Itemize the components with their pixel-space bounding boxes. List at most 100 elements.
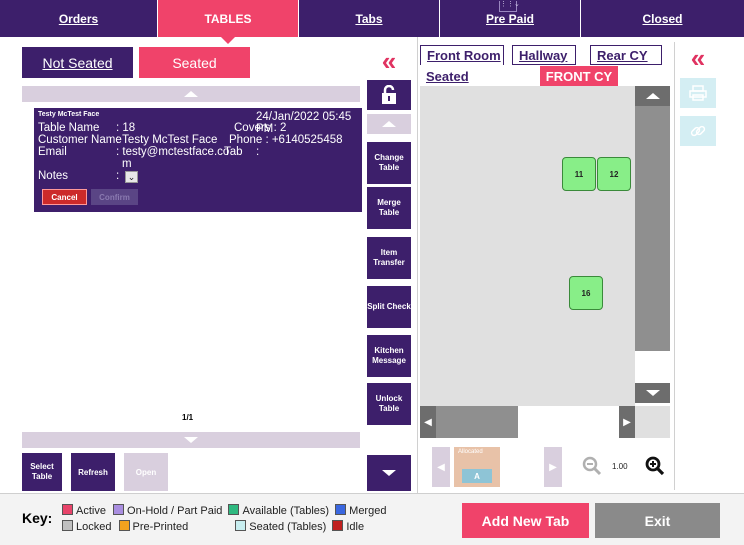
legend-swatch-active bbox=[62, 504, 73, 515]
top-navigation: Orders TABLES Tabs Pre Paid Closed bbox=[0, 0, 744, 44]
actions-scroll-up[interactable] bbox=[367, 114, 411, 134]
arrow-left-icon: ◀ bbox=[437, 461, 445, 473]
select-table-button[interactable]: Select Table bbox=[22, 453, 62, 491]
change-table-button[interactable]: Change Table bbox=[367, 142, 411, 184]
legend-swatch-locked bbox=[62, 520, 73, 531]
link-button[interactable] bbox=[680, 116, 716, 146]
legend-label-locked: Locked bbox=[76, 521, 112, 533]
table-12[interactable]: 12 bbox=[597, 157, 631, 191]
legend-row-2: Locked Pre-Printed Seated (Tables) Idle bbox=[62, 519, 386, 535]
page-indicator: 1/1 bbox=[182, 413, 194, 422]
zoom-level: 1.00 bbox=[612, 462, 628, 471]
tab-orders[interactable]: Orders bbox=[0, 0, 158, 37]
arrow-down-icon bbox=[382, 470, 396, 476]
arrow-right-icon: ▶ bbox=[549, 461, 557, 473]
merge-table-button[interactable]: Merge Table bbox=[367, 187, 411, 229]
floor-hscroll[interactable]: ◀ ▶ bbox=[420, 406, 635, 438]
floor-hscroll-thumb[interactable] bbox=[436, 406, 518, 438]
key-title: Key: bbox=[22, 510, 53, 526]
room-tab-hallway[interactable]: Hallway bbox=[512, 45, 576, 65]
allocated-label: Allocated bbox=[458, 449, 483, 455]
zoom-out-icon bbox=[582, 456, 602, 476]
arrow-right-icon: ▶ bbox=[623, 416, 631, 428]
room-tab-seated[interactable]: Seated bbox=[420, 66, 488, 86]
floor-vscroll-thumb[interactable] bbox=[635, 106, 670, 351]
link-icon bbox=[690, 125, 706, 137]
tab-label: Tab bbox=[224, 146, 243, 158]
unlock-icon bbox=[382, 85, 396, 104]
floor-scroll-left[interactable]: ◀ bbox=[420, 406, 436, 438]
unlock-table-button[interactable]: Unlock Table bbox=[367, 383, 411, 425]
chevron-down-icon: ⌄ bbox=[127, 172, 136, 182]
room-tab-front-cy[interactable]: FRONT CY bbox=[540, 66, 618, 86]
allocated-next-button[interactable]: ▶ bbox=[544, 447, 562, 487]
add-new-tab-button[interactable]: Add New Tab bbox=[462, 503, 589, 538]
legend-label-on-hold: On-Hold / Part Paid bbox=[127, 505, 223, 517]
email-value: : testy@mctestface.co bbox=[116, 146, 230, 158]
tab-closed[interactable]: Closed bbox=[581, 0, 744, 37]
not-seated-button[interactable]: Not Seated bbox=[22, 47, 133, 78]
tab-value: : bbox=[256, 146, 260, 158]
allocated-card[interactable]: Allocated A bbox=[454, 447, 500, 487]
collapse-right-icon[interactable]: « bbox=[680, 45, 716, 75]
email-label: Email bbox=[38, 146, 67, 158]
room-tab-rear-cy[interactable]: Rear CY bbox=[590, 45, 662, 65]
seated-button[interactable]: Seated bbox=[139, 47, 250, 78]
table-name-value: : 18 bbox=[116, 122, 136, 134]
covers-label: Covers : 2 bbox=[234, 122, 287, 134]
split-check-button[interactable]: Split Check bbox=[367, 286, 411, 328]
zoom-out-button[interactable] bbox=[582, 456, 602, 481]
table-11[interactable]: 11 bbox=[562, 157, 596, 191]
floor-scroll-down[interactable] bbox=[635, 383, 670, 403]
collapse-handle-icon[interactable]: ⋮⋮⌄ bbox=[499, 1, 520, 12]
legend-label-pre-printed: Pre-Printed bbox=[132, 521, 189, 533]
refresh-button[interactable]: Refresh bbox=[71, 453, 115, 491]
allocated-prev-button[interactable]: ◀ bbox=[432, 447, 450, 487]
zoom-in-icon bbox=[645, 456, 665, 476]
unlock-button[interactable] bbox=[367, 80, 411, 110]
list-scroll-down[interactable] bbox=[22, 432, 360, 448]
tab-tables[interactable]: TABLES bbox=[158, 0, 299, 44]
email-value-wrap: m bbox=[122, 158, 132, 170]
legend-swatch-pre-printed bbox=[118, 520, 130, 531]
legend-swatch-seated bbox=[235, 520, 247, 531]
legend-label-active: Active bbox=[76, 505, 106, 517]
arrow-left-icon: ◀ bbox=[424, 416, 432, 428]
phone-label: Phone : +6140525458 bbox=[229, 134, 343, 146]
table-name-label: Table Name bbox=[38, 122, 100, 134]
floor-plan[interactable] bbox=[420, 86, 670, 438]
open-button[interactable]: Open bbox=[124, 453, 168, 491]
arrow-down-icon bbox=[645, 390, 660, 396]
kitchen-message-button[interactable]: Kitchen Message bbox=[367, 335, 411, 377]
allocated-letter: A bbox=[462, 469, 492, 483]
floor-scroll-right[interactable]: ▶ bbox=[619, 406, 635, 438]
notes-dropdown[interactable]: ⌄ bbox=[125, 171, 138, 183]
room-tab-front-room[interactable]: Front Room bbox=[420, 45, 504, 65]
print-button[interactable] bbox=[680, 78, 716, 108]
legend-row-1: Active On-Hold / Part Paid Available (Ta… bbox=[62, 503, 386, 519]
floor-vscroll[interactable] bbox=[635, 86, 670, 406]
floor-scroll-up[interactable] bbox=[635, 86, 670, 106]
cancel-button[interactable]: Cancel bbox=[42, 189, 87, 205]
legend-label-merged: Merged bbox=[349, 505, 387, 517]
actions-scroll-down[interactable] bbox=[367, 455, 411, 491]
arrow-up-icon bbox=[382, 121, 396, 127]
legend-swatch-idle bbox=[332, 520, 344, 531]
tab-tabs[interactable]: Tabs bbox=[299, 0, 440, 37]
legend-label-available: Available (Tables) bbox=[242, 505, 330, 517]
legend: Active On-Hold / Part Paid Available (Ta… bbox=[62, 503, 386, 535]
list-scroll-up[interactable] bbox=[22, 86, 360, 102]
item-transfer-button[interactable]: Item Transfer bbox=[367, 237, 411, 279]
customer-name-value: : Testy McTest Face bbox=[116, 134, 218, 146]
notes-value: : bbox=[116, 170, 120, 182]
confirm-button[interactable]: Confirm bbox=[91, 189, 138, 205]
customer-name-label: Customer Name bbox=[38, 134, 122, 146]
legend-swatch-available bbox=[228, 504, 240, 515]
reservation-card[interactable]: Testy McTest Face 24/Jan/2022 05:45 PM T… bbox=[34, 108, 362, 212]
zoom-in-button[interactable] bbox=[645, 456, 665, 481]
legend-label-seated: Seated (Tables) bbox=[249, 521, 327, 533]
table-16[interactable]: 16 bbox=[569, 276, 603, 310]
exit-button[interactable]: Exit bbox=[595, 503, 720, 538]
printer-icon bbox=[689, 85, 707, 101]
collapse-left-icon[interactable]: « bbox=[367, 48, 411, 76]
